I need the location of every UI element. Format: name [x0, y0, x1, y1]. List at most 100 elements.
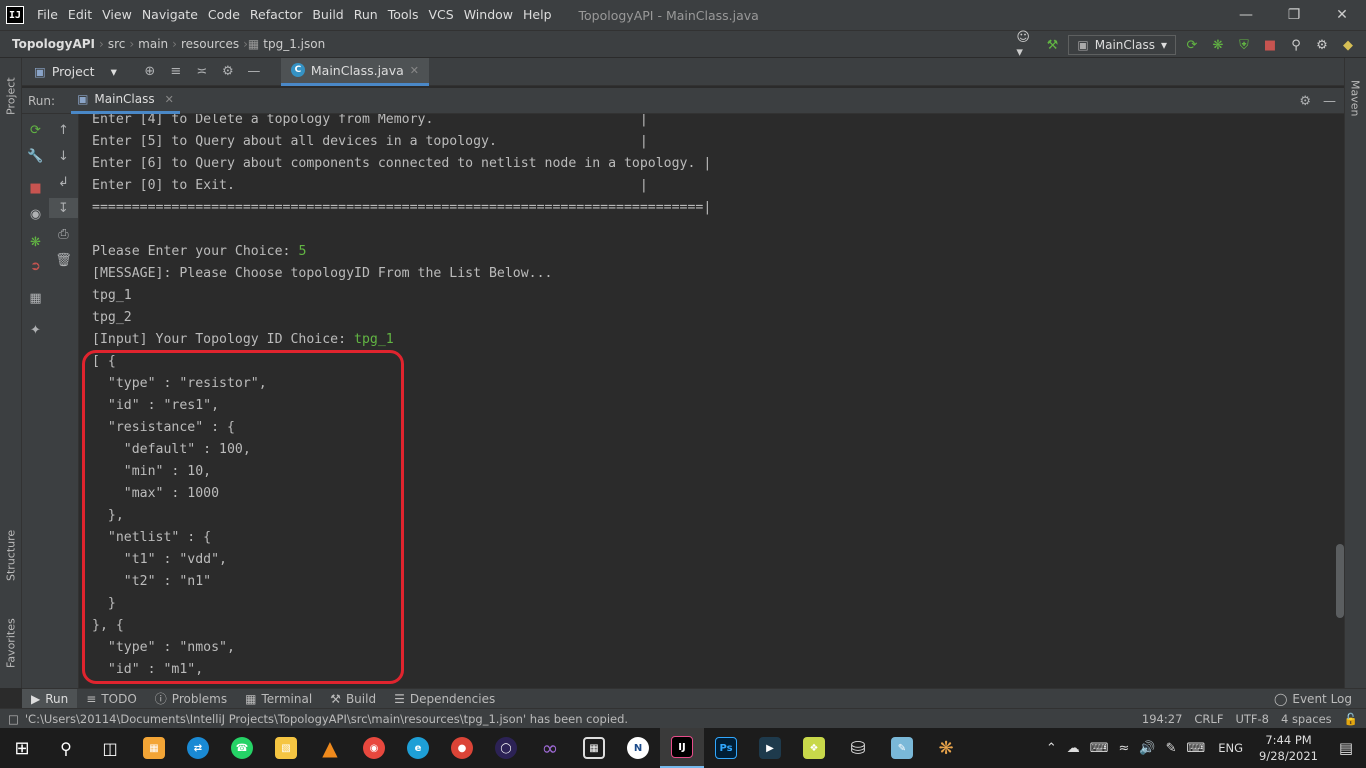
project-view-selector[interactable]: ▣ Project ▾: [22, 64, 125, 79]
camera-icon[interactable]: ◉: [22, 204, 49, 224]
debug-bug-icon[interactable]: ❋: [1208, 35, 1228, 55]
coverage-icon[interactable]: ⛨: [1234, 35, 1254, 55]
print-icon[interactable]: ⎙: [49, 224, 78, 244]
build-hammer-icon[interactable]: ⚒: [1042, 35, 1062, 55]
project-settings-gear-icon[interactable]: ⚙: [215, 58, 241, 86]
language-indicator[interactable]: ENG: [1210, 741, 1251, 755]
hide-panel-icon[interactable]: —: [241, 58, 267, 86]
menu-file[interactable]: File: [32, 0, 63, 30]
app-palette-icon[interactable]: ❋: [924, 728, 968, 768]
expand-all-icon[interactable]: ≡: [163, 58, 189, 86]
project-side-tab[interactable]: Project: [0, 66, 22, 126]
bottom-tab-problems[interactable]: ⓘ Problems: [146, 689, 236, 709]
cursor-position[interactable]: 194:27: [1142, 712, 1182, 726]
app-database-icon[interactable]: ⛁: [836, 728, 880, 768]
arrow-up-icon[interactable]: ↑: [49, 120, 78, 140]
menu-navigate[interactable]: Navigate: [137, 0, 203, 30]
search-icon[interactable]: ⚲: [1286, 35, 1306, 55]
menu-tools[interactable]: Tools: [383, 0, 424, 30]
console-scrollbar[interactable]: [1336, 544, 1344, 618]
app-notes-icon[interactable]: ✎: [880, 728, 924, 768]
notification-icon[interactable]: ▤: [1326, 739, 1366, 757]
menu-window[interactable]: Window: [459, 0, 518, 30]
hide-run-window-icon[interactable]: —: [1323, 94, 1336, 109]
menu-build[interactable]: Build: [307, 0, 348, 30]
bottom-tab-dependencies[interactable]: ☰ Dependencies: [385, 689, 504, 709]
edit-config-wrench-icon[interactable]: 🔧: [22, 146, 49, 166]
breadcrumb-src[interactable]: src: [104, 37, 130, 51]
app-blue-icon[interactable]: N: [616, 728, 660, 768]
file-encoding[interactable]: UTF-8: [1235, 712, 1269, 726]
structure-side-tab[interactable]: Structure: [0, 520, 22, 590]
menu-run[interactable]: Run: [349, 0, 383, 30]
menu-view[interactable]: View: [97, 0, 137, 30]
eclipse-icon[interactable]: ◯: [484, 728, 528, 768]
cloud-icon[interactable]: ☁: [1062, 741, 1085, 756]
close-tab-icon[interactable]: ✕: [165, 93, 174, 106]
volume-icon[interactable]: 🔊: [1134, 741, 1160, 756]
settings-gear-icon[interactable]: ⚙: [1312, 35, 1332, 55]
indent-setting[interactable]: 4 spaces: [1281, 712, 1332, 726]
vlc-icon[interactable]: ▲: [308, 728, 352, 768]
run-settings-gear-icon[interactable]: ⚙: [1299, 94, 1311, 109]
breadcrumb-project[interactable]: TopologyAPI: [0, 37, 99, 51]
status-square-icon[interactable]: □: [8, 712, 19, 726]
locate-icon[interactable]: ⊕: [137, 58, 163, 86]
stop-icon[interactable]: ■: [1260, 35, 1280, 55]
wifi-icon[interactable]: ≈: [1113, 741, 1134, 756]
search-icon[interactable]: ⚲: [44, 728, 88, 768]
whatsapp-icon[interactable]: ☎: [220, 728, 264, 768]
favorites-side-tab[interactable]: Favorites: [0, 608, 22, 678]
arrow-down-icon[interactable]: ↓: [49, 146, 78, 166]
app-terminal-icon[interactable]: ▶: [748, 728, 792, 768]
jetbrains-logo-icon[interactable]: ◆: [1338, 35, 1358, 55]
visual-studio-icon[interactable]: ∞: [528, 728, 572, 768]
teamviewer-icon[interactable]: ⇄: [176, 728, 220, 768]
microsoft-store-icon[interactable]: ▦: [132, 728, 176, 768]
photoshop-icon[interactable]: Ps: [704, 728, 748, 768]
debug-bug-icon[interactable]: ❋: [22, 232, 49, 252]
clear-trash-icon[interactable]: 🗑: [49, 250, 78, 270]
menu-refactor[interactable]: Refactor: [245, 0, 307, 30]
run-configuration-select[interactable]: ▣ MainClass ▾: [1068, 35, 1176, 55]
app-paint-icon[interactable]: ❖: [792, 728, 836, 768]
bottom-tab-build[interactable]: ⚒ Build: [321, 689, 385, 709]
pin-icon[interactable]: ✦: [22, 320, 49, 340]
menu-code[interactable]: Code: [203, 0, 245, 30]
edge-icon[interactable]: e: [396, 728, 440, 768]
clock[interactable]: 7:44 PM 9/28/2021: [1251, 732, 1326, 764]
user-icon[interactable]: ☺▾: [1016, 30, 1036, 60]
restore-icon[interactable]: ❐: [1270, 0, 1318, 30]
run-tab-mainclass[interactable]: ▣ MainClass ✕: [71, 88, 180, 114]
event-log-button[interactable]: ◯ Event Log: [1274, 689, 1352, 709]
keyboard-icon[interactable]: ⌨: [1181, 741, 1210, 756]
chevron-up-icon[interactable]: ⌃: [1041, 741, 1062, 756]
menu-edit[interactable]: Edit: [63, 0, 97, 30]
breadcrumb-file[interactable]: tpg_1.json: [259, 37, 329, 51]
task-view-icon[interactable]: ◫: [88, 728, 132, 768]
pen-icon[interactable]: ✎: [1161, 741, 1182, 756]
maven-side-tab[interactable]: Maven: [1344, 68, 1366, 128]
bottom-tab-terminal[interactable]: ▦ Terminal: [236, 689, 321, 709]
collapse-all-icon[interactable]: ≍: [189, 58, 215, 86]
breadcrumb-main[interactable]: main: [134, 37, 172, 51]
bottom-tab-todo[interactable]: ≡ TODO: [77, 689, 146, 709]
stop-icon[interactable]: ■: [22, 178, 49, 198]
app-red-icon[interactable]: ◉: [352, 728, 396, 768]
minimize-icon[interactable]: —: [1222, 0, 1270, 30]
lock-icon[interactable]: 🔓: [1344, 712, 1358, 726]
editor-tab-mainclass[interactable]: C MainClass.java ✕: [280, 57, 429, 86]
rerun-icon[interactable]: ⟳: [1182, 35, 1202, 55]
file-explorer-icon[interactable]: ▧: [264, 728, 308, 768]
menu-vcs[interactable]: VCS: [424, 0, 459, 30]
exit-icon[interactable]: ➲: [22, 256, 49, 276]
soft-wrap-icon[interactable]: ↲: [49, 172, 78, 192]
close-window-icon[interactable]: ✕: [1318, 0, 1366, 30]
console-output[interactable]: Enter [4] to Delete a topology from Memo…: [80, 114, 1344, 688]
line-ending[interactable]: CRLF: [1194, 712, 1223, 726]
rerun-icon[interactable]: ⟳: [22, 120, 49, 140]
windows-start-icon[interactable]: ⊞: [0, 728, 44, 768]
layout-icon[interactable]: ▦: [22, 288, 49, 308]
chrome-icon[interactable]: ●: [440, 728, 484, 768]
app-frame-icon[interactable]: ▦: [572, 728, 616, 768]
